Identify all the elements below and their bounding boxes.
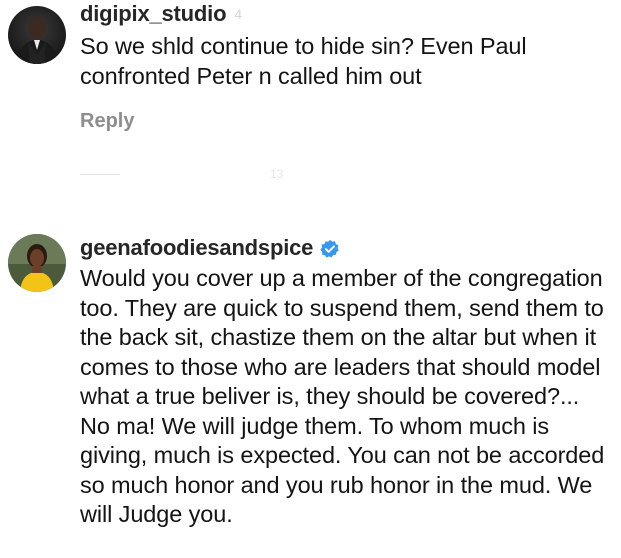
avatar-man-icon bbox=[8, 6, 66, 64]
replies-divider bbox=[80, 173, 120, 175]
avatar[interactable] bbox=[8, 234, 66, 292]
username[interactable]: digipix_studio bbox=[80, 0, 227, 28]
comment-content: geenafoodiesandspice Would you cover up … bbox=[80, 234, 615, 530]
comment-text: Would you cover up a member of the congr… bbox=[80, 265, 611, 527]
reply-button[interactable]: Reply bbox=[80, 110, 134, 133]
view-replies[interactable]: 13 bbox=[80, 167, 283, 181]
replies-count: 13 bbox=[270, 167, 284, 181]
comment-item: digipix_studio 4 So we shld continue to … bbox=[0, 0, 621, 200]
timestamp: 4 bbox=[234, 6, 243, 22]
comment-item: geenafoodiesandspice Would you cover up … bbox=[0, 228, 621, 558]
avatar[interactable] bbox=[8, 6, 66, 64]
comment-content: digipix_studio 4 So we shld continue to … bbox=[80, 0, 615, 91]
verified-badge-icon bbox=[320, 238, 340, 258]
comment-text: So we shld continue to hide sin? Even Pa… bbox=[80, 33, 533, 89]
username-row: geenafoodiesandspice bbox=[80, 234, 615, 262]
avatar-woman-icon bbox=[8, 234, 66, 292]
username-row: digipix_studio 4 bbox=[80, 0, 615, 28]
username[interactable]: geenafoodiesandspice bbox=[80, 234, 313, 262]
